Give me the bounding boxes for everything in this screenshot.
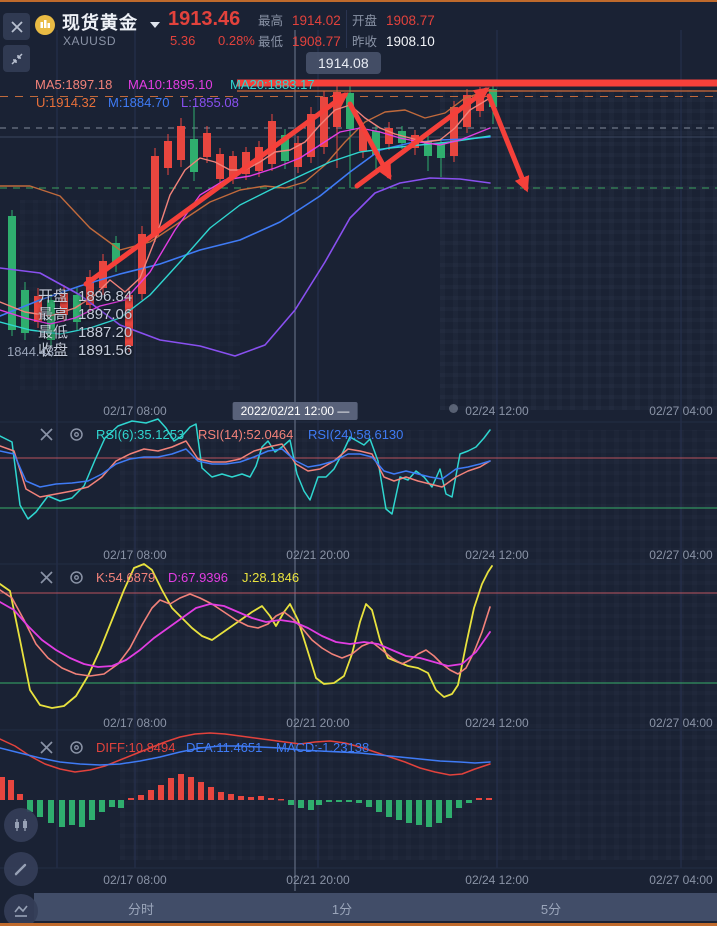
tooltip-row: 最低1887.20 bbox=[38, 324, 132, 342]
tooltip-row: 最高1897.06 bbox=[38, 306, 132, 324]
candlestick-tool-button[interactable] bbox=[4, 808, 38, 842]
crosshair-date-tooltip: 2022/02/21 12:00 — bbox=[233, 402, 358, 420]
price-level-tag: 1914.08 bbox=[306, 52, 381, 74]
diff-value: DIFF:10.8494 bbox=[96, 740, 176, 755]
close-chart-button[interactable] bbox=[3, 13, 30, 40]
top-accent-line bbox=[0, 0, 717, 2]
close-icon[interactable] bbox=[39, 570, 54, 590]
tooltip-row: 开盘1896.84 bbox=[38, 288, 132, 306]
axis-drag-handle[interactable] bbox=[449, 404, 458, 413]
x-tick: 02/24 12:00 bbox=[465, 548, 528, 562]
x-tick: 02/21 20:00 bbox=[286, 716, 349, 730]
macd-panel-header: DIFF:10.8494 DEA:11.4651 MACD:-1.23138 bbox=[0, 740, 717, 758]
charts-canvas[interactable] bbox=[0, 0, 717, 926]
settings-icon[interactable] bbox=[69, 427, 84, 447]
trading-app-window: 现货黄金 XAUUSD 1913.46 5.36 0.28% 最高1914.02… bbox=[0, 0, 717, 926]
x-tick: 02/24 12:00 bbox=[465, 404, 528, 418]
main-x-axis: 02/17 08:00 2022/02/21 12:00 — 02/24 12:… bbox=[0, 402, 717, 420]
x-tick: 02/27 04:00 bbox=[649, 716, 712, 730]
kdj-panel-header: K:54.6879 D:67.9396 J:28.1846 bbox=[0, 570, 717, 588]
x-tick: 02/24 12:00 bbox=[465, 873, 528, 887]
x-tick: 02/21 20:00 bbox=[286, 548, 349, 562]
x-tick: 02/27 04:00 bbox=[649, 404, 712, 418]
dea-value: DEA:11.4651 bbox=[186, 740, 262, 755]
close-icon bbox=[10, 20, 24, 34]
ma5-label: MA5:1897.18 bbox=[35, 77, 112, 92]
boll-legend: U:1914.32 M:1884.70 L:1855.08 bbox=[0, 95, 717, 111]
rsi-panel-header: RSI(6):35.1253 RSI(14):52.0464 RSI(24):5… bbox=[0, 427, 717, 445]
rsi14-value: RSI(14):52.0464 bbox=[198, 427, 293, 442]
settings-icon[interactable] bbox=[69, 570, 84, 590]
close-icon[interactable] bbox=[39, 740, 54, 760]
x-tick: 02/17 08:00 bbox=[103, 548, 166, 562]
price-change-percent: 0.28% bbox=[218, 33, 255, 48]
rsi6-value: RSI(6):35.1253 bbox=[96, 427, 184, 442]
candlestick-icon bbox=[12, 816, 30, 834]
gold-coin-icon bbox=[34, 14, 56, 41]
d-value: D:67.9396 bbox=[168, 570, 228, 585]
x-tick: 02/17 08:00 bbox=[103, 716, 166, 730]
pencil-icon bbox=[12, 860, 30, 878]
collapse-arrows-icon bbox=[9, 51, 25, 67]
last-price: 1913.46 bbox=[168, 8, 240, 31]
x-tick: 02/17 08:00 bbox=[103, 404, 166, 418]
x-tick: 02/27 04:00 bbox=[649, 548, 712, 562]
settings-icon[interactable] bbox=[69, 740, 84, 760]
x-tick: 02/21 20:00 bbox=[286, 873, 349, 887]
ma10-label: MA10:1895.10 bbox=[128, 77, 213, 92]
chevron-down-icon[interactable] bbox=[150, 22, 160, 28]
tab-5min[interactable]: 5分 bbox=[541, 899, 561, 918]
stat-prev-close: 昨收1908.10 bbox=[352, 31, 435, 50]
x-tick: 02/17 08:00 bbox=[103, 873, 166, 887]
boll-mid-label: M:1884.70 bbox=[108, 95, 169, 110]
boll-lower-label: L:1855.08 bbox=[181, 95, 239, 110]
timeframe-tab-bar: 分时 1分 5分 bbox=[34, 893, 717, 921]
x-tick: 02/24 12:00 bbox=[465, 716, 528, 730]
macd-x-axis: 02/17 08:00 02/21 20:00 02/24 12:00 02/2… bbox=[0, 871, 717, 889]
symbol-name[interactable]: 现货黄金 bbox=[62, 9, 138, 35]
collapse-button[interactable] bbox=[3, 45, 30, 72]
ma-legend: MA5:1897.18 MA10:1895.10 MA20:1883.17 bbox=[0, 77, 717, 93]
grid bbox=[0, 30, 717, 891]
price-change: 5.36 bbox=[170, 33, 195, 48]
macd-value: MACD:-1.23138 bbox=[276, 740, 369, 755]
kdj-x-axis: 02/17 08:00 02/21 20:00 02/24 12:00 02/2… bbox=[0, 714, 717, 732]
rsi24-value: RSI(24):58.6130 bbox=[308, 427, 403, 442]
ma20-label: MA20:1883.17 bbox=[230, 77, 315, 92]
y-axis-min-label: 1844.43 bbox=[7, 344, 54, 359]
close-icon[interactable] bbox=[39, 427, 54, 447]
symbol-code: XAUUSD bbox=[63, 34, 116, 48]
indicator-icon bbox=[12, 902, 30, 920]
header: 现货黄金 XAUUSD 1913.46 5.36 0.28% 最高1914.02… bbox=[0, 2, 717, 54]
stat-open: 开盘1908.77 bbox=[352, 10, 435, 29]
j-value: J:28.1846 bbox=[242, 570, 299, 585]
x-tick: 02/27 04:00 bbox=[649, 873, 712, 887]
boll-upper-label: U:1914.32 bbox=[36, 95, 96, 110]
rsi-x-axis: 02/17 08:00 02/21 20:00 02/24 12:00 02/2… bbox=[0, 546, 717, 564]
stat-high: 最高1914.02 bbox=[258, 10, 341, 29]
tab-time-share[interactable]: 分时 bbox=[128, 899, 154, 918]
stat-low: 最低1908.77 bbox=[258, 31, 341, 50]
indicator-tool-button[interactable] bbox=[4, 894, 38, 926]
k-value: K:54.6879 bbox=[96, 570, 155, 585]
header-divider bbox=[346, 10, 347, 48]
tab-1min[interactable]: 1分 bbox=[332, 899, 352, 918]
draw-tool-button[interactable] bbox=[4, 852, 38, 886]
